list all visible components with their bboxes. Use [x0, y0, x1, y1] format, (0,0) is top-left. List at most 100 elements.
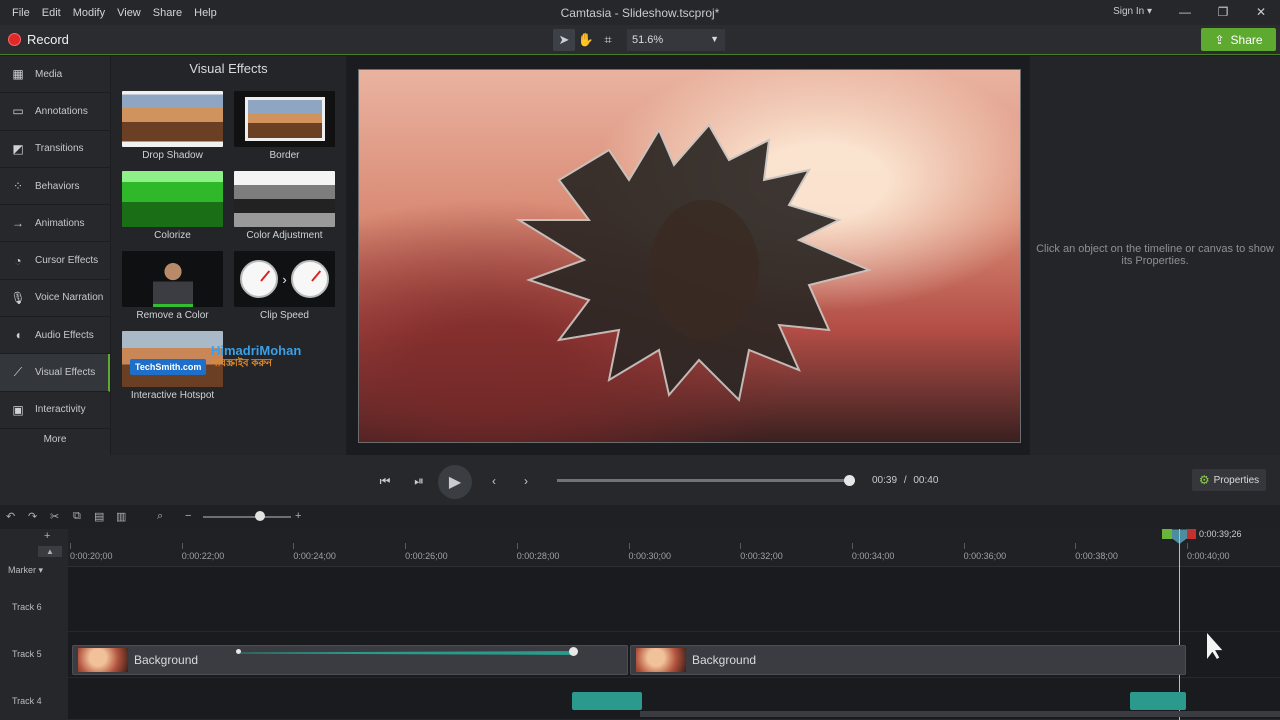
restore-icon[interactable]: ❐: [1204, 0, 1242, 25]
effect-label: Border: [269, 150, 300, 161]
timeline-scrollbar[interactable]: [640, 711, 1280, 717]
share-label: Share: [1230, 32, 1263, 47]
split-icon[interactable]: ▥: [116, 510, 126, 523]
track-label: Track 6: [12, 602, 42, 612]
wand-icon: ⟋: [13, 365, 23, 380]
effect-tile-clip-speed[interactable]: › Clip Speed: [234, 251, 335, 327]
pan-tool-icon[interactable]: ✋: [575, 29, 597, 51]
marker-toggle[interactable]: Marker ▾: [0, 562, 68, 578]
more-button[interactable]: More: [0, 429, 110, 451]
select-tool-icon[interactable]: ➤: [553, 29, 575, 51]
track-6-row[interactable]: [68, 578, 1280, 632]
step-forward-icon[interactable]: ⏯: [407, 469, 431, 493]
effect-tile-border[interactable]: Border: [234, 91, 335, 167]
previous-icon[interactable]: ‹: [482, 469, 506, 493]
microphone-icon: 🎙: [10, 290, 26, 305]
crop-tool-icon[interactable]: ⌗: [597, 29, 619, 51]
zoom-dropdown[interactable]: 51.6% ▼: [627, 29, 725, 51]
zoom-search-icon[interactable]: ⌕: [157, 510, 163, 523]
nav-label: Voice Narration: [35, 292, 104, 304]
effect-thumbnail: [122, 251, 223, 307]
timecode: 00:39 / 00:40: [872, 475, 938, 486]
menu-help[interactable]: Help: [188, 7, 223, 19]
properties-button[interactable]: ⚙ Properties: [1192, 469, 1266, 491]
step-back-icon[interactable]: ⏮: [373, 469, 397, 493]
close-icon[interactable]: ✕: [1242, 0, 1280, 25]
transition-clip[interactable]: [572, 692, 642, 710]
effect-tile-colorize[interactable]: Colorize: [122, 171, 223, 247]
cut-icon[interactable]: ✂: [50, 510, 59, 523]
timeline-zoom-handle[interactable]: [255, 511, 265, 521]
menu-edit[interactable]: Edit: [36, 7, 67, 19]
nav-item-voice-narration[interactable]: 🎙 Voice Narration: [0, 280, 110, 318]
ruler-tick: [628, 543, 630, 549]
nav-label: Interactivity: [35, 404, 86, 416]
share-icon: ⇪: [1214, 32, 1225, 47]
effect-tile-color-adjustment[interactable]: Color Adjustment: [234, 171, 335, 247]
nav-item-cursor-effects[interactable]: ◔ Cursor Effects: [0, 242, 110, 280]
sign-in-button[interactable]: Sign In ▾: [1113, 6, 1152, 17]
timeline-toolbar: ↶ ↷ ✂ ⧉ ▤ ▥ ⌕ − +: [0, 505, 1280, 529]
left-nav: ▦ Media ▭ Annotations ◩ Transitions ⁘ Behavi…: [0, 56, 110, 455]
effect-tile-drop-shadow[interactable]: Drop Shadow: [122, 91, 223, 167]
effect-tile-remove-a-color[interactable]: Remove a Color: [122, 251, 223, 327]
nav-item-transitions[interactable]: ◩ Transitions: [0, 131, 110, 168]
arrow-right-icon: ›: [282, 271, 287, 287]
menu-file[interactable]: File: [6, 7, 36, 19]
title-bar: File Edit Modify View Share Help Camtasi…: [0, 0, 1280, 25]
time-ruler[interactable]: 0:00:20;00 0:00:22;00 0:00:24;00 0:00:26;00…: [68, 529, 1280, 567]
marker-label: Marker: [8, 565, 37, 575]
clip-thumbnail: [636, 648, 686, 672]
current-time: 00:39: [872, 475, 898, 486]
nav-item-animations[interactable]: → Animations: [0, 205, 110, 243]
playback-bar: ⏮ ⏯ ▶ ‹ › 00:39 / 00:40 ⚙ Properties: [0, 455, 1280, 505]
clock-icon: [290, 260, 329, 298]
properties-hint: Click an object on the timeline or canva…: [1036, 243, 1274, 267]
effect-tile-interactive-hotspot[interactable]: TechSmith.com Interactive Hotspot: [122, 331, 223, 407]
timeline-zoom-slider[interactable]: [203, 516, 291, 518]
ruler-tick: [1187, 543, 1188, 549]
undo-icon[interactable]: ↶: [6, 510, 15, 523]
record-button[interactable]: Record: [8, 32, 69, 47]
copy-icon[interactable]: ⧉: [73, 510, 81, 523]
preview-canvas[interactable]: [358, 69, 1021, 443]
effect-label: Color Adjustment: [246, 230, 323, 241]
effect-thumbnail: TechSmith.com: [122, 331, 223, 387]
zoom-value: 51.6%: [632, 34, 664, 46]
next-icon[interactable]: ›: [514, 469, 538, 493]
paste-icon[interactable]: ▤: [94, 510, 104, 523]
effect-label: Interactive Hotspot: [130, 390, 215, 401]
menu-view[interactable]: View: [111, 7, 147, 19]
zoom-out-icon[interactable]: −: [185, 510, 191, 522]
clip-background[interactable]: Background: [72, 645, 628, 675]
menu-modify[interactable]: Modify: [67, 7, 111, 19]
zoom-in-icon[interactable]: +: [295, 510, 301, 522]
ruler-tick: [516, 543, 518, 549]
add-track-icon[interactable]: +: [44, 530, 50, 542]
ruler-tick-label: 0:00:36;00: [963, 551, 1007, 561]
nav-item-media[interactable]: ▦ Media: [0, 56, 110, 94]
clip-background[interactable]: Background: [630, 645, 1186, 675]
effect-thumbnail: [122, 171, 223, 227]
nav-label: Annotations: [35, 105, 88, 117]
chevron-down-icon: ▼: [710, 34, 719, 44]
transition-clip[interactable]: [1130, 692, 1186, 710]
nav-item-behaviors[interactable]: ⁘ Behaviors: [0, 168, 110, 206]
track-label: Track 5: [12, 649, 42, 659]
effect-thumbnail: ›: [234, 251, 335, 307]
nav-item-interactivity[interactable]: ▣ Interactivity: [0, 392, 110, 429]
redo-icon[interactable]: ↷: [28, 510, 37, 523]
nav-item-audio-effects[interactable]: ◖ Audio Effects: [0, 317, 110, 355]
nav-item-visual-effects[interactable]: ⟋ Visual Effects: [0, 354, 110, 392]
nav-item-annotations[interactable]: ▭ Annotations: [0, 93, 110, 131]
collapse-icon[interactable]: ▲: [38, 546, 62, 557]
scrub-bar[interactable]: [557, 479, 849, 482]
play-icon[interactable]: ▶: [438, 465, 472, 499]
animation-start-point[interactable]: [236, 649, 241, 654]
ruler-tick-label: 0:00:32;00: [740, 551, 783, 561]
minimize-icon[interactable]: —: [1166, 0, 1204, 25]
menu-share[interactable]: Share: [147, 7, 188, 19]
share-button[interactable]: ⇪ Share: [1201, 28, 1276, 51]
animation-end-point[interactable]: [569, 647, 578, 656]
scrub-handle[interactable]: [844, 475, 855, 486]
